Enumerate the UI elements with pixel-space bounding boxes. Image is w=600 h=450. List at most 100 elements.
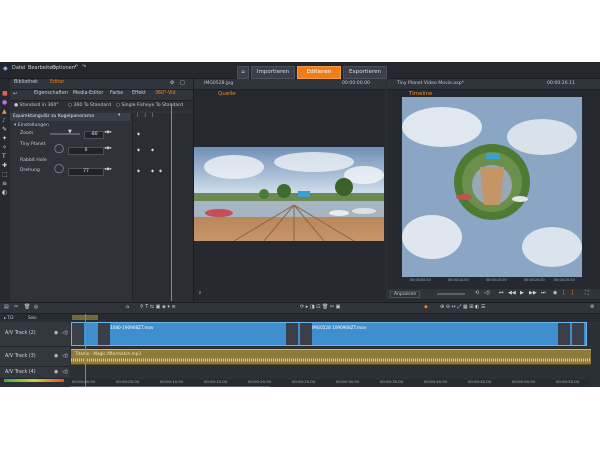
marker-in-icon[interactable]: [	[563, 291, 565, 296]
keyframe-tiny-planet-2-icon[interactable]: ◆	[151, 148, 154, 152]
timeline-settings-icon[interactable]: ⚙	[590, 305, 594, 310]
source-marker-icon[interactable]: ∨	[198, 291, 202, 296]
track-audio-icon[interactable]: ◁)	[62, 370, 68, 375]
audio-clip-track-3[interactable]: Titanio - Magic Aftermatch.mp3	[71, 349, 591, 365]
mic-icon[interactable]: ◐	[2, 190, 7, 196]
tab-editor[interactable]: Editor	[50, 80, 64, 85]
transitions-icon[interactable]: ▲	[2, 109, 7, 115]
effects-icon[interactable]: ●	[2, 100, 7, 106]
wand-icon[interactable]: ✦	[2, 136, 7, 142]
app-window: ◆ Datei Bearbeiten Optionen ↶ ↷ ⌂ Import…	[0, 62, 600, 387]
mode-fisheye-to-standard[interactable]: ○ Single Fisheye To Standard	[116, 103, 183, 108]
tab-color[interactable]: Farbe	[110, 91, 123, 96]
media-icon[interactable]: ■	[2, 91, 8, 97]
mode-360-to-standard[interactable]: ○ 360 To Standard	[68, 103, 111, 108]
mode-standard-360[interactable]: ● Standard in 360°	[14, 103, 59, 108]
effect-menu-icon[interactable]: ▾	[118, 113, 120, 119]
timeline-actions-icon[interactable]: ⟳ ▸ ◨ ⊡ 🗑 ✂ ▣	[300, 305, 340, 310]
track-header-3: A/V Track (3) ◉ ◁)	[0, 347, 70, 367]
maximize-icon[interactable]: □	[180, 81, 185, 86]
zoom-tools-icon[interactable]: ⊕ ⊖ ↔ ⤢ ▦ ⊞ ◐ ☰	[440, 305, 485, 310]
zoom-value[interactable]: -80	[84, 131, 104, 139]
ruler-tick: 00:00:50.00	[512, 379, 536, 384]
tab-media-editor[interactable]: Media-Editor	[73, 91, 103, 96]
source-tab[interactable]: Quelle	[218, 91, 236, 97]
magnet-icon[interactable]: ⌂	[126, 305, 129, 310]
aspect-select[interactable]: Anpassen	[390, 291, 421, 298]
audio-volume-icon[interactable]: ◁)	[484, 291, 490, 296]
menu-options[interactable]: Optionen	[52, 65, 75, 71]
preview-ruler-tick: 00:00:10.00	[448, 278, 469, 282]
back-icon[interactable]: ↩	[13, 92, 17, 97]
highlight-icon[interactable]: ◆	[424, 305, 428, 310]
timeline-playhead[interactable]	[85, 314, 86, 387]
tiny-planet-dial-icon[interactable]: ◯	[54, 145, 64, 154]
loop-icon[interactable]: ⟲	[475, 291, 479, 296]
rotation-dial-icon[interactable]: ◯	[54, 165, 64, 174]
track-toggle-icon[interactable]: ▸ T/2	[4, 315, 14, 320]
fx-icon[interactable]: ✧	[2, 145, 7, 151]
track-visibility-icon[interactable]: ◉	[54, 331, 58, 336]
tab-360-video[interactable]: 360°-Vid	[155, 91, 176, 96]
fullscreen-icon[interactable]: ⛶	[585, 291, 589, 296]
brush-icon[interactable]: ✎	[2, 127, 7, 133]
menu-file[interactable]: Datei	[12, 65, 25, 71]
track-audio-icon[interactable]: ◁)	[62, 331, 68, 336]
edit-button[interactable]: Editieren	[297, 66, 341, 79]
redo-icon[interactable]: ↷	[82, 65, 86, 70]
track-visibility-icon[interactable]: ◉	[54, 354, 58, 359]
track-audio-icon[interactable]: ◁)	[62, 354, 68, 359]
keyframe-rotation-3-icon[interactable]: ◆	[159, 169, 162, 173]
preview-ruler[interactable]: 00:00:05.00 00:00:10.00 00:00:15.00 00:0…	[402, 278, 582, 284]
text-icon[interactable]: T	[2, 154, 6, 160]
keyframe-rotation-icon[interactable]: ◆	[137, 169, 140, 173]
storyboard-icon[interactable]: ▤	[4, 305, 9, 310]
go-end-icon[interactable]: ⏭	[541, 291, 546, 296]
record-icon[interactable]: ◉	[553, 291, 557, 296]
audio-level-meter	[4, 379, 64, 382]
trash-icon[interactable]: 🗑	[24, 305, 30, 310]
timeline-tools-icon[interactable]: ⚲ T ⇆ ▣ ◈ ▾ ≡	[140, 305, 176, 310]
param-rabbit-hole-label: Rabbit Hole	[20, 158, 47, 163]
solo-label[interactable]: Solo	[28, 315, 37, 320]
zoom-slider-handle-icon[interactable]: ▼	[68, 130, 72, 135]
rotation-value[interactable]: 77	[68, 168, 104, 176]
undo-icon[interactable]: ↶	[74, 65, 78, 70]
rotation-keyframe-nav-icon[interactable]: ◂◆▸	[104, 167, 112, 172]
track-visibility-icon[interactable]: ◉	[54, 370, 58, 375]
ruler-tick: 00:00:30.00	[336, 379, 360, 384]
stack-icon[interactable]: ≡	[2, 181, 7, 187]
import-button[interactable]: Importieren	[251, 66, 295, 79]
play-icon[interactable]: ▶	[520, 291, 524, 296]
export-button[interactable]: Exportieren	[343, 66, 387, 79]
motion-icon[interactable]: ⬚	[2, 172, 8, 178]
settings-icon[interactable]: ⚙	[170, 81, 174, 86]
zoom-slider[interactable]	[50, 133, 80, 135]
scissors-icon[interactable]: ✂	[14, 305, 18, 310]
add-marker-icon[interactable]: ◎	[34, 305, 38, 310]
ruler-tick: 00:00:40.00	[424, 379, 448, 384]
home-button[interactable]: ⌂	[237, 66, 249, 79]
source-preview-panel: IMG0528.jpg 00:00:00.00 Quelle ∨	[194, 79, 386, 301]
marker-out-icon[interactable]: ]	[571, 291, 573, 296]
go-start-icon[interactable]: ⏮	[499, 291, 504, 296]
tab-effect[interactable]: Effekt	[132, 91, 146, 96]
tiny-planet-keyframe-nav-icon[interactable]: ◂◆▸	[104, 146, 112, 151]
keyframe-tiny-planet-icon[interactable]: ◆	[137, 148, 140, 152]
tiny-planet-value[interactable]: 0	[68, 147, 104, 155]
timeline-ruler[interactable]: 00:00:00.00 00:00:05.00 00:00:10.00 00:0…	[70, 379, 590, 386]
keyframe-zoom-icon[interactable]: ◆	[137, 132, 140, 136]
keyframe-playhead[interactable]	[171, 103, 172, 301]
timeline-panel: ▤ ✂ 🗑 ◎ ⌂ ⚲ T ⇆ ▣ ◈ ▾ ≡ ⟳ ▸ ◨ ⊡ 🗑 ✂ ▣ ◆ …	[0, 302, 600, 387]
playback-speed-slider[interactable]	[437, 293, 465, 295]
audio-icon[interactable]: ♪	[2, 118, 6, 124]
tab-properties[interactable]: Eigenschaften	[34, 91, 68, 96]
video-clip-track-2[interactable]: 1080-190908ZT.mov IMG0528 1090908ZT.mov	[71, 322, 587, 346]
prev-frame-icon[interactable]: ◀◀	[508, 291, 516, 296]
tab-library[interactable]: Bibliothek	[14, 80, 38, 85]
zoom-keyframe-nav-icon[interactable]: ◂◆▸	[104, 130, 112, 135]
keyframe-rotation-2-icon[interactable]: ◆	[151, 169, 154, 173]
chapter-icon[interactable]: ✚	[2, 163, 7, 169]
next-frame-icon[interactable]: ▶▶	[529, 291, 537, 296]
timeline-scrollbar[interactable]	[70, 386, 270, 387]
